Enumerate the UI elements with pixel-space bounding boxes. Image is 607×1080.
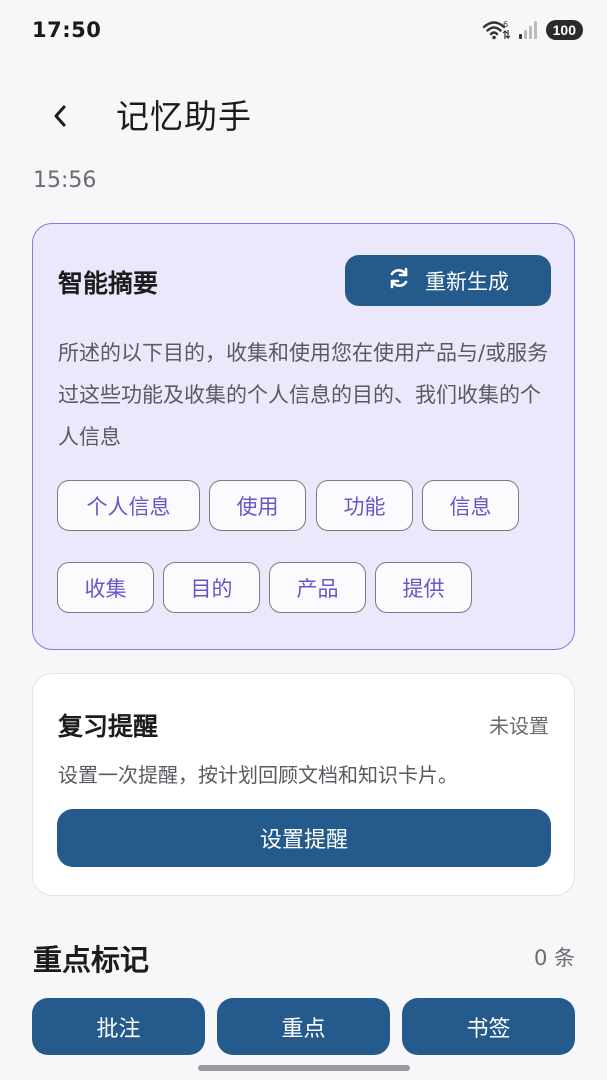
- keyword-tag[interactable]: 功能: [316, 480, 413, 531]
- marks-count: 0 条: [533, 946, 575, 970]
- page-title: 记忆助手: [116, 97, 252, 136]
- signal-icon: [518, 20, 538, 40]
- summary-text: 所述的以下目的，收集和使用您在使用产品与/或服务过这些功能及收集的个人信息的目的…: [58, 341, 549, 449]
- keyword-tag[interactable]: 目的: [163, 562, 260, 613]
- status-bar: 17:50 6 100: [0, 0, 607, 60]
- battery-icon: 100: [545, 20, 583, 40]
- wifi-6-icon: 6: [482, 19, 510, 41]
- keyword-tag[interactable]: 提供: [375, 562, 472, 613]
- smart-summary-card: 智能摘要 重新生成 所述的以下目的，收集和使用您在使用产品与/或服务过这些功能及…: [32, 223, 575, 650]
- regenerate-label: 重新生成: [425, 269, 509, 294]
- status-icons: 6 100: [482, 19, 583, 41]
- keyword-tag[interactable]: 信息: [422, 480, 519, 531]
- reminder-status: 未设置: [489, 714, 549, 738]
- back-button[interactable]: [40, 98, 80, 138]
- bookmark-button[interactable]: 书签: [402, 998, 575, 1055]
- svg-text:6: 6: [503, 20, 508, 29]
- review-reminder-card: 复习提醒 未设置 设置一次提醒，按计划回顾文档和知识卡片。 设置提醒: [32, 673, 575, 896]
- reminder-description: 设置一次提醒，按计划回顾文档和知识卡片。: [58, 763, 458, 787]
- keyword-tag[interactable]: 收集: [57, 562, 154, 613]
- reminder-title: 复习提醒: [58, 712, 159, 741]
- refresh-icon: [387, 266, 411, 295]
- highlight-button[interactable]: 重点: [217, 998, 390, 1055]
- home-indicator[interactable]: [198, 1065, 410, 1071]
- marks-title: 重点标记: [33, 943, 150, 977]
- set-reminder-button[interactable]: 设置提醒: [57, 809, 551, 867]
- keyword-tag[interactable]: 使用: [209, 480, 306, 531]
- timestamp: 15:56: [33, 168, 97, 193]
- status-time: 17:50: [32, 18, 102, 42]
- header: 记忆助手: [0, 80, 607, 150]
- keyword-tag[interactable]: 个人信息: [57, 480, 200, 531]
- annotation-button[interactable]: 批注: [32, 998, 205, 1055]
- keyword-tag[interactable]: 产品: [269, 562, 366, 613]
- summary-title: 智能摘要: [58, 269, 159, 298]
- chevron-left-icon: [52, 103, 68, 133]
- regenerate-button[interactable]: 重新生成: [345, 255, 551, 306]
